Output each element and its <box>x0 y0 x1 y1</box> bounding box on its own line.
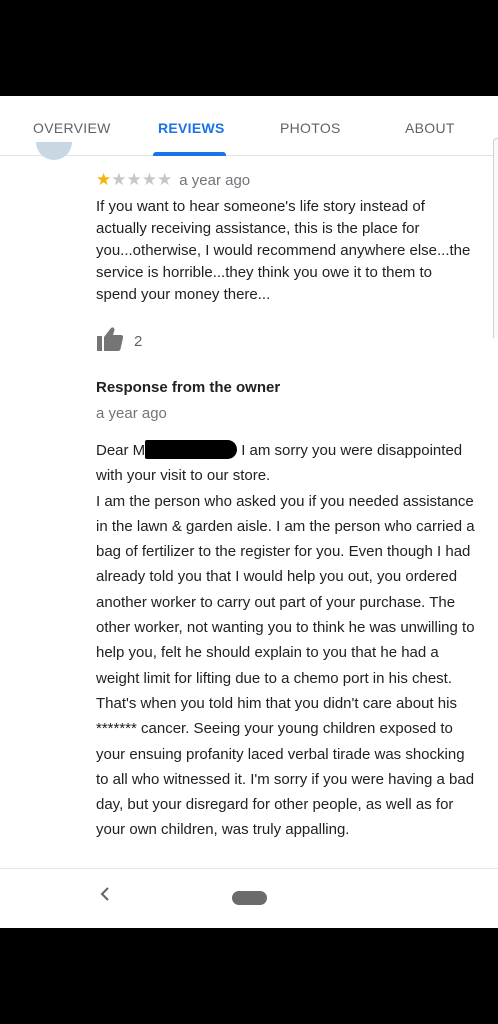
review-time: a year ago <box>179 171 251 189</box>
system-nav-bar <box>0 868 498 928</box>
tab-about[interactable]: ABOUT <box>405 120 455 136</box>
star-rating: ★★★★★ <box>96 171 172 190</box>
like-count: 2 <box>134 333 143 350</box>
review-text: If you want to hear someone's life story… <box>96 198 471 303</box>
response-salutation: Dear M <box>96 442 146 459</box>
review-rating-row: ★★★★★ a year ago <box>96 168 250 192</box>
tab-photos[interactable]: PHOTOS <box>280 120 341 136</box>
avatar <box>36 142 72 160</box>
owner-response-title: Response from the owner <box>96 379 281 396</box>
star-empty-icon: ★ <box>141 169 157 189</box>
like-button[interactable]: 2 <box>96 326 142 357</box>
redaction-bar <box>145 440 238 459</box>
owner-response-time: a year ago <box>96 405 167 422</box>
owner-response-text: Dear MI am sorry you were disappointed w… <box>96 438 480 843</box>
thumbs-up-icon <box>96 326 124 357</box>
bottom-black-bar <box>0 928 498 1024</box>
side-panel-edge <box>493 138 498 338</box>
star-empty-icon: ★ <box>157 169 173 189</box>
star-empty-icon: ★ <box>126 169 142 189</box>
response-first-paragraph: Dear MI am sorry you were disappointed w… <box>96 438 480 489</box>
tab-bar: OVERVIEW REVIEWS PHOTOS ABOUT <box>0 96 498 156</box>
star-filled-icon: ★ <box>96 169 112 189</box>
app-screen: OVERVIEW REVIEWS PHOTOS ABOUT ★★★★★ a ye… <box>0 96 498 928</box>
response-body: I am the person who asked you if you nee… <box>96 492 475 839</box>
star-empty-icon: ★ <box>111 169 127 189</box>
home-pill-icon[interactable] <box>232 891 267 905</box>
active-tab-indicator <box>153 152 226 156</box>
top-black-bar <box>0 0 498 96</box>
tab-overview[interactable]: OVERVIEW <box>33 120 111 136</box>
tab-reviews[interactable]: REVIEWS <box>158 120 225 136</box>
back-chevron-icon[interactable] <box>98 883 112 911</box>
